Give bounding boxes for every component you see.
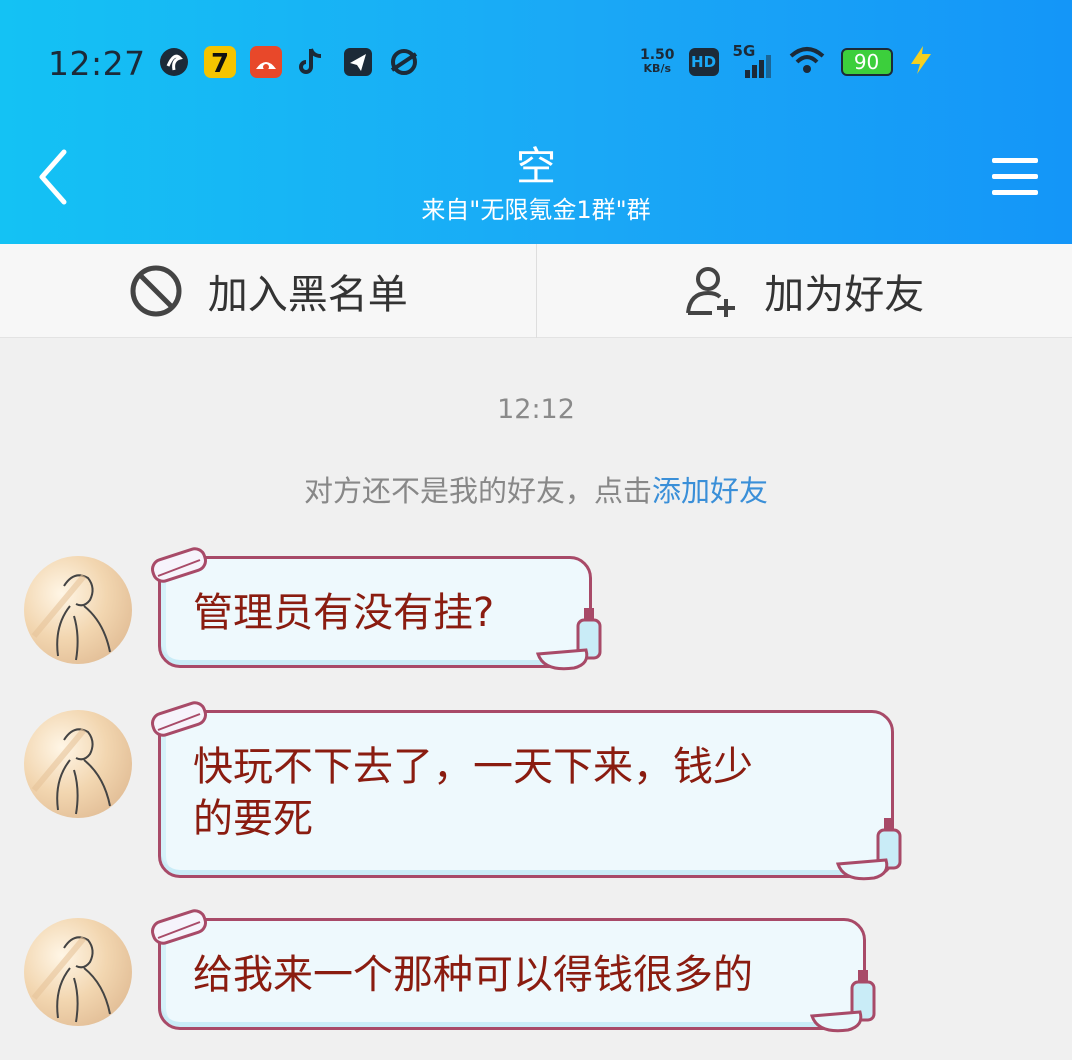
notification-icons: 7: [156, 44, 422, 80]
add-friend-button[interactable]: 加为好友: [537, 244, 1072, 337]
reader-app-icon: [248, 44, 284, 80]
sender-avatar[interactable]: [24, 710, 132, 818]
message-text: 给我来一个那种可以得钱很多的: [193, 952, 753, 998]
notice-text: 对方还不是我的好友，点击: [303, 474, 652, 508]
friend-notice: 对方还不是我的好友，点击添加好友: [0, 468, 1072, 510]
browser-app-icon: [156, 44, 192, 80]
page-subtitle: 来自"无限氪金1群"群: [421, 196, 651, 224]
soap-bottle-icon: [835, 818, 902, 881]
soap-bottle-icon: [809, 970, 876, 1033]
add-friend-link[interactable]: 添加好友: [652, 474, 768, 508]
sender-avatar[interactable]: [24, 556, 132, 664]
seven-app-icon: 7: [202, 44, 238, 80]
message-text-line: 快玩不下去了，一天下来，钱少: [193, 744, 753, 790]
sketch-figure-icon: [31, 936, 111, 1023]
message-bubble[interactable]: 管理员有没有挂?: [158, 556, 592, 668]
net-speed-value: 1.50: [640, 47, 675, 63]
chat-area[interactable]: 12:12 对方还不是我的好友，点击添加好友 管理员有没有挂? 快玩不下去了，一…: [0, 338, 1072, 1060]
hd-icon: HD: [688, 48, 719, 76]
blacklist-label: 加入黑名单: [207, 271, 408, 318]
system-indicators: 1.50 KB/s HD 5G 90: [640, 42, 935, 80]
battery-icon: 90: [840, 48, 893, 76]
message-bubble[interactable]: 给我来一个那种可以得钱很多的: [158, 918, 866, 1030]
message-text: 管理员有没有挂?: [193, 590, 495, 636]
sketch-figure-icon: [31, 728, 111, 815]
net-speed: 1.50 KB/s: [640, 48, 675, 76]
tiktok-icon: [294, 44, 330, 80]
goggles-icon: [151, 547, 207, 583]
send-app-icon: [340, 44, 376, 80]
message-text-line: 的要死: [193, 796, 313, 842]
goggles-icon: [151, 701, 207, 737]
hamburger-icon: [992, 158, 1038, 195]
wifi-icon: [787, 44, 827, 80]
add-friend-label: 加为好友: [764, 271, 925, 318]
action-bar: 加入黑名单 加为好友: [0, 244, 1072, 338]
block-icon: [130, 265, 182, 316]
blacklist-button[interactable]: 加入黑名单: [0, 244, 536, 337]
sender-avatar[interactable]: [24, 918, 132, 1026]
status-bar: 12:27 7 1.50 KB/s HD 5G 90: [0, 0, 1072, 120]
soap-bottle-icon: [535, 608, 602, 671]
goggles-icon: [151, 909, 207, 945]
status-time: 12:27: [48, 44, 146, 83]
svg-text:7: 7: [211, 49, 229, 79]
message-timestamp: 12:12: [497, 394, 575, 425]
menu-button[interactable]: [992, 156, 1038, 196]
charging-icon: [907, 44, 935, 80]
signal-icon: 5G: [733, 42, 773, 78]
page-title: 空: [516, 144, 556, 190]
message-bubble[interactable]: 快玩不下去了，一天下来，钱少 的要死: [158, 710, 894, 878]
net-speed-unit: KB/s: [643, 62, 672, 75]
chat-header: 12:27 7 1.50 KB/s HD 5G 90 空 来自"无限氪金1群"群: [0, 0, 1072, 244]
sketch-figure-icon: [31, 574, 111, 661]
add-user-icon: [686, 266, 736, 317]
orbit-app-icon: [386, 44, 422, 80]
